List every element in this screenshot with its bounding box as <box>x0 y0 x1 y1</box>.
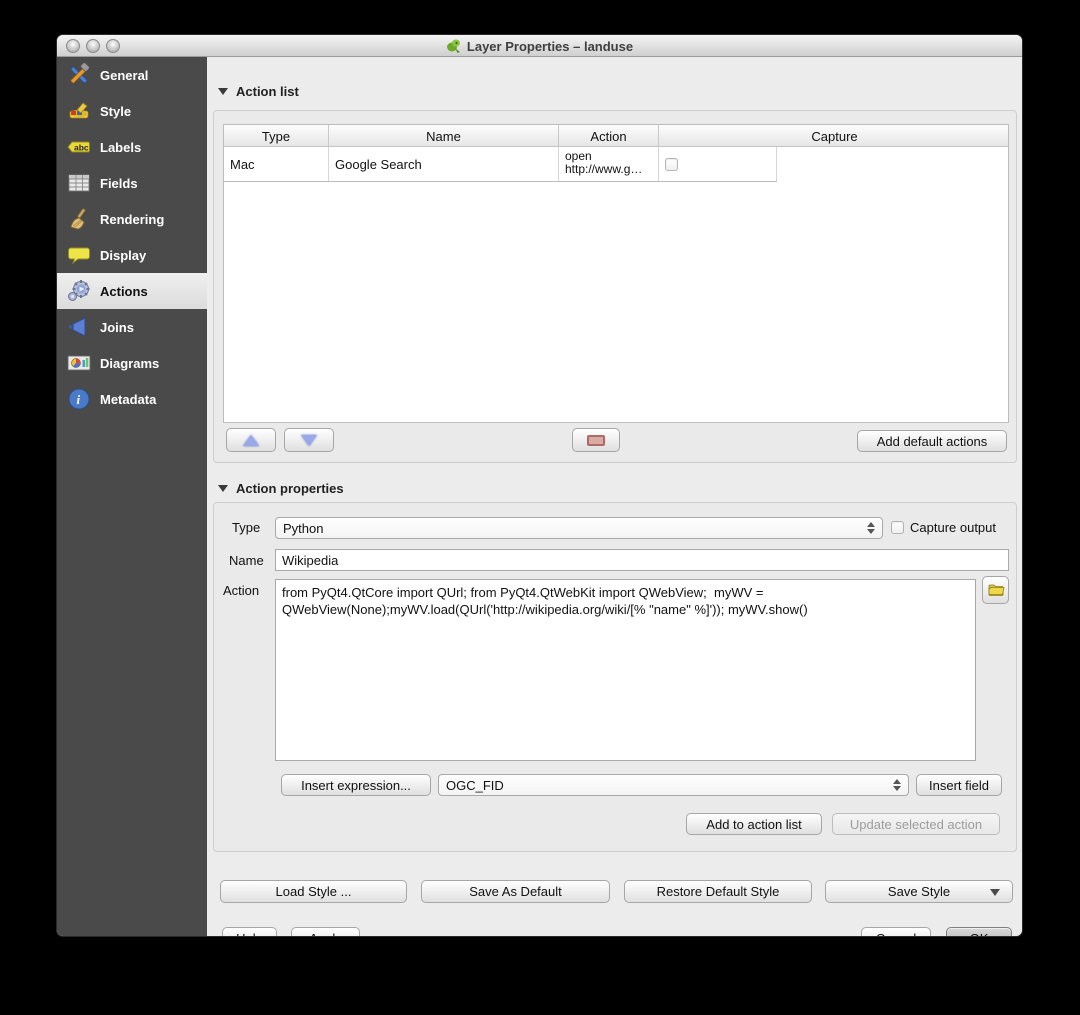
action-label: Action <box>223 583 260 598</box>
save-as-default-button[interactable]: Save As Default <box>421 880 610 903</box>
row-divider <box>224 181 777 182</box>
stepper-icon <box>890 775 904 795</box>
capture-output-checkbox[interactable] <box>891 521 904 534</box>
sidebar-item-diagrams[interactable]: Diagrams <box>57 345 207 381</box>
add-to-action-list-button[interactable]: Add to action list <box>686 813 822 835</box>
name-label: Name <box>229 553 264 568</box>
type-combobox[interactable]: Python <box>275 517 883 539</box>
action-properties-section-header[interactable]: Action properties <box>218 481 344 496</box>
brush-icon <box>66 98 92 124</box>
sidebar-item-metadata[interactable]: i Metadata <box>57 381 207 417</box>
browse-file-button[interactable] <box>982 576 1009 604</box>
sidebar-item-label: Display <box>100 247 147 263</box>
save-style-dropdown-button[interactable]: Save Style <box>825 880 1013 903</box>
action-table[interactable]: Type Name Action Capture Mac Google Sear… <box>223 124 1009 423</box>
gears-icon <box>66 278 92 304</box>
sidebar-item-general[interactable]: General <box>57 57 207 93</box>
sidebar-item-rendering[interactable]: Rendering <box>57 201 207 237</box>
save-style-label: Save Style <box>887 884 951 899</box>
sidebar-item-label: Style <box>100 103 132 119</box>
sidebar-item-label: Actions <box>100 283 148 299</box>
help-button[interactable]: Help <box>222 927 277 936</box>
sidebar-item-label: Joins <box>100 319 134 335</box>
name-input[interactable]: Wikipedia <box>275 549 1009 571</box>
section-title: Action properties <box>236 481 344 496</box>
column-header-type[interactable]: Type <box>224 125 329 147</box>
properties-sidebar: General Style abc Labels Fields Renderin… <box>57 57 207 936</box>
speech-bubble-icon <box>66 242 92 268</box>
table-icon <box>66 170 92 196</box>
ok-button[interactable]: OK <box>946 927 1012 936</box>
column-header-name[interactable]: Name <box>329 125 559 147</box>
stepper-icon <box>864 518 878 538</box>
info-icon: i <box>66 386 92 412</box>
action-table-header: Type Name Action Capture <box>224 125 1008 147</box>
cell-type[interactable]: Mac <box>224 147 329 181</box>
column-header-capture[interactable]: Capture <box>659 125 1010 147</box>
cell-capture[interactable] <box>659 147 777 181</box>
insert-field-button[interactable]: Insert field <box>916 774 1002 796</box>
tools-icon <box>66 62 92 88</box>
column-header-action[interactable]: Action <box>559 125 659 147</box>
capture-checkbox[interactable] <box>665 157 678 171</box>
section-title: Action list <box>236 84 299 99</box>
collapse-triangle-icon[interactable] <box>218 88 228 95</box>
qgis-app-icon <box>446 38 462 54</box>
folder-icon <box>987 581 1005 599</box>
sidebar-item-joins[interactable]: Joins <box>57 309 207 345</box>
window-title: Layer Properties – landuse <box>466 38 634 54</box>
add-default-actions-button[interactable]: Add default actions <box>857 430 1007 452</box>
abc-tag-icon: abc <box>66 134 92 160</box>
restore-default-style-button[interactable]: Restore Default Style <box>624 880 812 903</box>
sidebar-item-display[interactable]: Display <box>57 237 207 273</box>
arrow-down-icon <box>301 434 317 446</box>
update-selected-action-button[interactable]: Update selected action <box>832 813 1000 835</box>
sidebar-item-label: General <box>100 67 149 83</box>
sidebar-item-actions[interactable]: Actions <box>57 273 207 309</box>
move-action-down-button[interactable] <box>284 428 334 452</box>
collapse-triangle-icon[interactable] <box>218 485 228 492</box>
sidebar-item-label: Fields <box>100 175 138 191</box>
insert-expression-button[interactable]: Insert expression... <box>281 774 431 796</box>
capture-output-control[interactable]: Capture output <box>891 520 996 535</box>
action-list-groupbox: Type Name Action Capture Mac Google Sear… <box>213 110 1017 463</box>
capture-output-label: Capture output <box>910 520 997 535</box>
type-combobox-value: Python <box>283 520 324 536</box>
dropdown-arrow-icon <box>990 889 1000 896</box>
sidebar-item-fields[interactable]: Fields <box>57 165 207 201</box>
type-label: Type <box>232 520 261 535</box>
cell-name[interactable]: Google Search <box>329 147 559 181</box>
field-combobox[interactable]: OGC_FID <box>438 774 909 796</box>
join-icon <box>66 314 92 340</box>
sidebar-item-label: Rendering <box>100 211 165 227</box>
layer-properties-window: Layer Properties – landuse General Style… <box>57 35 1022 936</box>
cell-action-line2: http://www.g… <box>565 162 643 176</box>
remove-action-button[interactable] <box>572 428 620 452</box>
sidebar-item-label: Metadata <box>100 391 157 407</box>
cell-action[interactable]: open http://www.g… <box>559 147 659 181</box>
sidebar-item-label: Labels <box>100 139 142 155</box>
action-code-textarea[interactable]: from PyQt4.QtCore import QUrl; from PyQt… <box>275 579 976 761</box>
actions-panel: Action list Type Name Action Capture Mac… <box>207 57 1022 936</box>
cancel-button[interactable]: Cancel <box>861 927 931 936</box>
arrow-up-icon <box>243 434 259 446</box>
remove-icon <box>587 434 605 446</box>
title-bar[interactable]: Layer Properties – landuse <box>57 35 1022 57</box>
broom-icon <box>66 206 92 232</box>
svg-text:abc: abc <box>74 143 89 153</box>
svg-text:i: i <box>77 392 81 407</box>
action-properties-groupbox: Type Python Capture output Name Wikipedi… <box>213 502 1017 852</box>
move-action-up-button[interactable] <box>226 428 276 452</box>
field-combobox-value: OGC_FID <box>446 777 504 793</box>
action-list-section-header[interactable]: Action list <box>218 84 299 99</box>
sidebar-item-style[interactable]: Style <box>57 93 207 129</box>
load-style-button[interactable]: Load Style ... <box>220 880 407 903</box>
sidebar-item-label: Diagrams <box>100 355 160 371</box>
sidebar-item-labels[interactable]: abc Labels <box>57 129 207 165</box>
diagram-icon <box>66 350 92 376</box>
apply-button[interactable]: Apply <box>291 927 360 936</box>
